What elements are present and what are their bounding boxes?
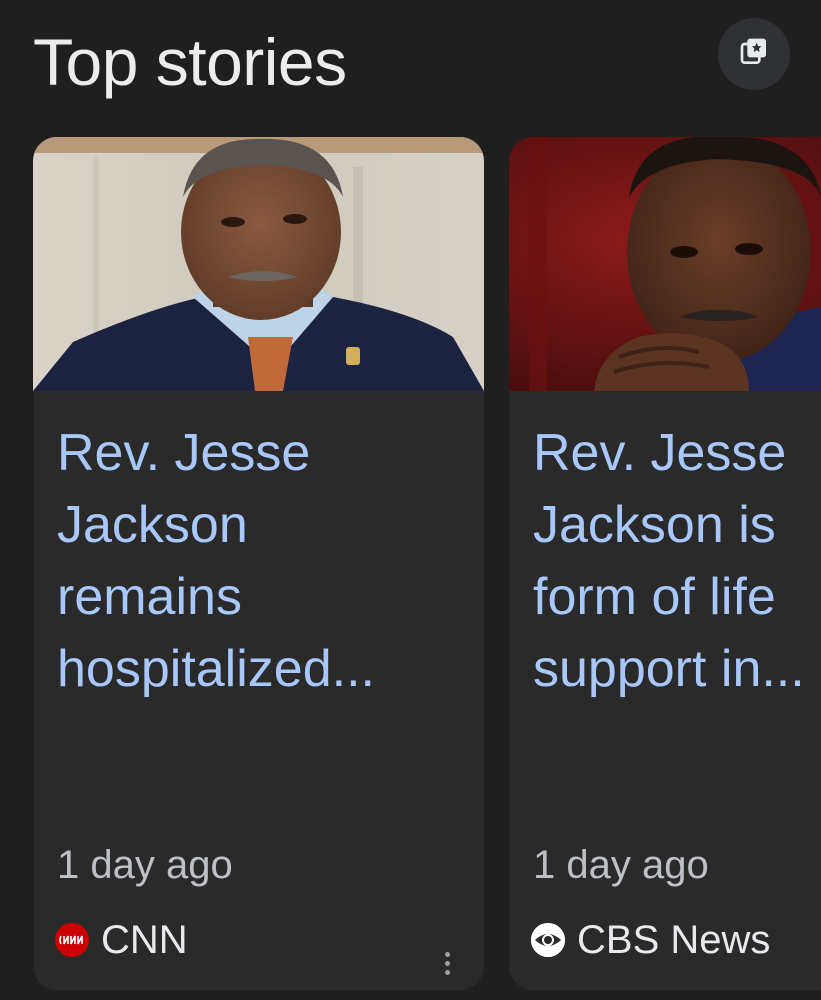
story-source: CNN (55, 912, 188, 968)
top-stories-page: Top stories Rev. Jesse Jackson remains h… (0, 0, 821, 1000)
story-card[interactable]: Rev. Jesse Jackson remains hospitalized.… (33, 137, 484, 990)
story-thumbnail[interactable] (33, 137, 484, 391)
more-options-button[interactable] (433, 943, 461, 983)
source-name: CBS News (577, 918, 771, 962)
stories-carousel[interactable]: Rev. Jesse Jackson remains hospitalized.… (0, 0, 821, 1000)
story-time: 1 day ago (533, 843, 709, 887)
story-card[interactable]: Rev. Jesse Jackson is form of life suppo… (509, 137, 821, 990)
story-thumbnail[interactable] (509, 137, 821, 391)
story-source: CBS News (531, 912, 770, 968)
story-headline[interactable]: Rev. Jesse Jackson remains hospitalized.… (57, 417, 477, 705)
cnn-logo-icon (55, 923, 89, 957)
source-name: CNN (101, 918, 188, 962)
story-headline[interactable]: Rev. Jesse Jackson is form of life suppo… (533, 417, 821, 705)
more-vert-icon (444, 951, 450, 957)
cbs-eye-logo-icon (531, 923, 565, 957)
story-time: 1 day ago (57, 843, 233, 887)
